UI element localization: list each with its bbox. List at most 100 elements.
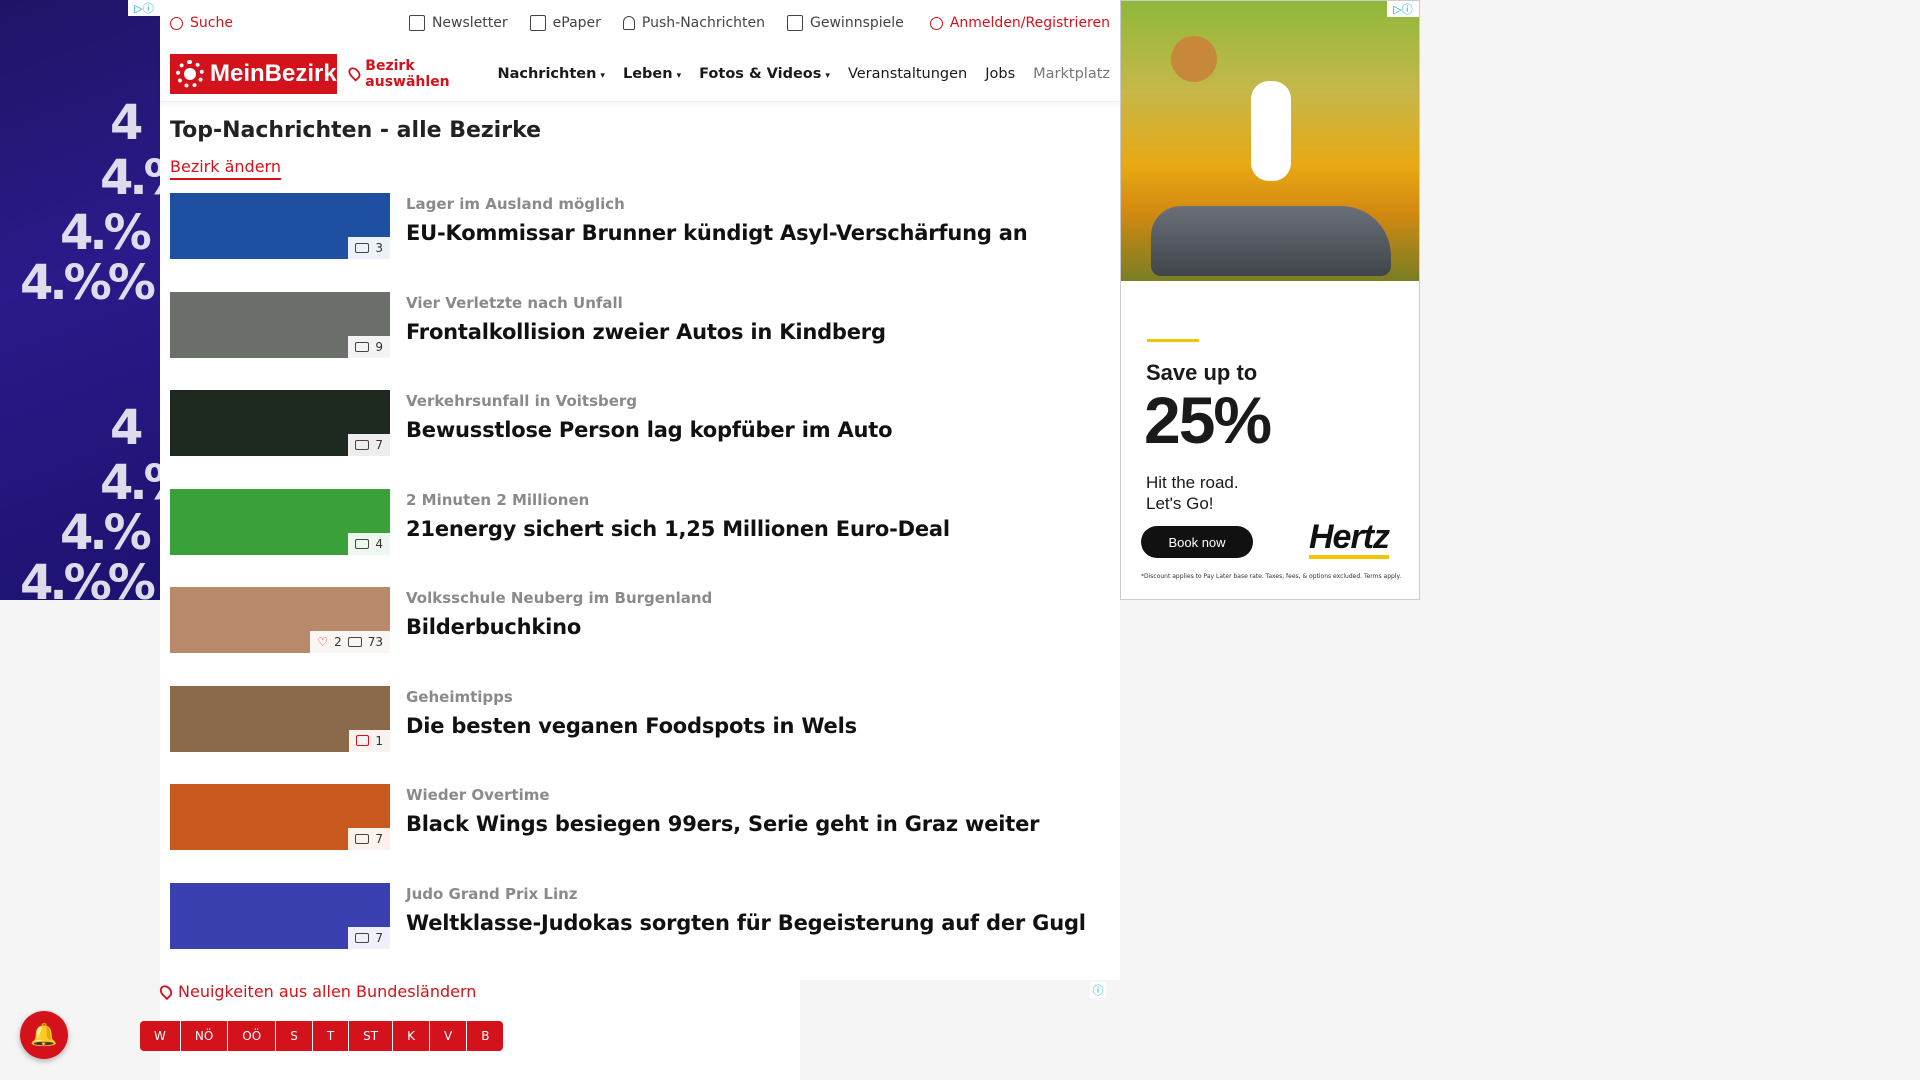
car-image — [1151, 206, 1391, 276]
state-button[interactable]: ST — [349, 1021, 394, 1051]
article-thumbnail[interactable]: 4 — [170, 488, 390, 555]
left-skin-ad[interactable]: 4 4.% 4.% 4.%% 4 4.% 4.% 4.%% — [0, 0, 160, 600]
main-column: Suche Newsletter ePaper Push-Nachrichten… — [160, 0, 1120, 1080]
article-item[interactable]: ♡ 2 73 Volksschule Neuberg im Burgenland B… — [170, 587, 1100, 686]
change-bezirk-link[interactable]: Bezirk ändern — [170, 157, 281, 180]
section-title: Top-Nachrichten - alle Bezirke — [170, 118, 542, 143]
mail-icon — [408, 15, 425, 31]
article-kicker: Vier Verletzte nach Unfall — [406, 293, 623, 312]
ad-decoration: 4 — [110, 400, 143, 456]
search-link[interactable]: Suche — [170, 15, 233, 31]
image-count: 7 — [375, 438, 383, 452]
state-button[interactable]: S — [276, 1021, 313, 1051]
article-thumbnail[interactable]: 1 — [170, 685, 390, 752]
ad-decoration: 4.% — [100, 150, 160, 206]
state-button[interactable]: T — [312, 1021, 350, 1051]
nav-item-veranstaltungen[interactable]: Veranstaltungen — [848, 66, 967, 82]
nav-item-jobs[interactable]: Jobs — [985, 66, 1015, 82]
search-icon — [170, 16, 183, 30]
login-link[interactable]: Anmelden/Registrieren — [929, 15, 1110, 31]
nav-item-leben[interactable]: Leben ▾ — [623, 66, 681, 82]
top-bar: Suche Newsletter ePaper Push-Nachrichten… — [160, 0, 1120, 46]
image-count: 4 — [375, 536, 383, 551]
comment-count: 1 — [375, 733, 383, 748]
article-thumbnail[interactable]: 7 — [170, 882, 390, 949]
ad-subtext-line2: Let's Go! — [1146, 494, 1214, 513]
article-item[interactable]: 3 Lager im Ausland möglich EU-Kommissar … — [170, 193, 1100, 292]
article-item[interactable]: 1 Geheimtipps Die besten veganen Foodspo… — [170, 685, 1100, 785]
ad-decoration: 4.%% — [20, 255, 156, 311]
image-count: 7 — [375, 832, 383, 846]
image-gallery-icon — [347, 637, 362, 647]
article-item[interactable]: 7 Verkehrsunfall in Voitsberg Bewusstlos… — [170, 390, 1100, 489]
ad-subtext: Hit the road. Let's Go! — [1146, 472, 1419, 514]
state-button[interactable]: W — [140, 1021, 181, 1051]
article-item[interactable]: 9 Vier Verletzte nach Unfall Frontalkoll… — [170, 291, 1100, 391]
article-thumbnail[interactable]: ♡ 2 73 — [170, 587, 390, 653]
hat-image — [1171, 36, 1217, 82]
push-link[interactable]: Push-Nachrichten — [622, 15, 765, 31]
bottom-ad-slot[interactable]: ⓘ — [800, 980, 1120, 1080]
chevron-down-icon: ▾ — [676, 70, 682, 81]
adchoices-icon[interactable]: ▷ⓘ — [1387, 1, 1419, 17]
state-button[interactable]: NÖ — [180, 1021, 229, 1051]
newsletter-link[interactable]: Newsletter — [408, 15, 508, 31]
article-kicker: 2 Minuten 2 Millionen — [406, 490, 590, 509]
nav-item-nachrichten[interactable]: Nachrichten ▾ — [497, 66, 605, 82]
article-item[interactable]: 4 2 Minuten 2 Millionen 21energy sichert… — [170, 488, 1100, 588]
media-badge: 7 — [348, 926, 390, 949]
ad-decoration: 4.%% — [20, 555, 156, 600]
article-headline[interactable]: EU-Kommissar Brunner kündigt Asyl-Versch… — [406, 221, 1028, 245]
location-pin-icon — [157, 982, 175, 1001]
article-thumbnail[interactable]: 3 — [170, 193, 390, 259]
state-button[interactable]: OÖ — [228, 1021, 277, 1051]
location-pin-icon — [345, 65, 363, 82]
image-gallery-icon — [355, 834, 370, 844]
ad-accent-line — [1147, 339, 1199, 342]
image-count: 7 — [375, 930, 383, 945]
site-logo[interactable]: MeinBezirk — [170, 53, 337, 94]
article-item[interactable]: 7 Judo Grand Prix Linz Weltklasse-Judoka… — [170, 882, 1100, 982]
main-nav: MeinBezirk Bezirk auswählen Nachrichten ▾… — [160, 46, 1120, 102]
notification-bell-button[interactable]: 🔔 — [20, 1011, 68, 1059]
article-kicker: Volksschule Neuberg im Burgenland — [406, 589, 713, 607]
media-badge: 4 — [348, 532, 390, 555]
article-headline[interactable]: Black Wings besiegen 99ers, Serie geht i… — [406, 812, 1040, 836]
ad-subtext-line1: Hit the road. — [1146, 473, 1239, 492]
ad-decoration: 4 — [110, 95, 143, 151]
epaper-link[interactable]: ePaper — [529, 15, 601, 31]
media-badge: ♡ 2 73 — [310, 631, 390, 653]
image-gallery-icon — [355, 341, 370, 352]
bezirk-select[interactable]: Bezirk auswählen — [345, 58, 480, 90]
article-headline[interactable]: Frontalkollision zweier Autos in Kindber… — [406, 320, 886, 344]
book-now-button[interactable]: Book now — [1141, 526, 1253, 558]
image-count: 9 — [375, 339, 383, 354]
article-headline[interactable]: Bilderbuchkino — [406, 615, 712, 639]
article-headline[interactable]: Die besten veganen Foodspots in Wels — [406, 714, 857, 738]
image-gallery-icon — [355, 932, 370, 943]
heart-icon: ♡ — [317, 635, 329, 649]
article-headline[interactable]: 21energy sichert sich 1,25 Millionen Eur… — [406, 517, 950, 541]
article-thumbnail[interactable]: 9 — [170, 291, 390, 358]
gift-icon — [787, 15, 804, 31]
state-button[interactable]: V — [429, 1021, 468, 1051]
adchoices-icon[interactable]: ⓘ — [1090, 982, 1106, 998]
nav-item-marktplatz[interactable]: Marktplatz — [1033, 66, 1110, 82]
hertz-ad[interactable]: Save up to 25% Hit the road. Let's Go! B… — [1120, 0, 1420, 600]
media-badge: 9 — [348, 335, 390, 358]
article-thumbnail[interactable]: 7 — [170, 784, 390, 850]
all-states-news-link[interactable]: Neuigkeiten aus allen Bundesländern — [157, 982, 476, 1001]
state-button[interactable]: K — [393, 1021, 430, 1051]
chevron-down-icon: ▾ — [825, 70, 830, 81]
ad-decoration: 4.% — [60, 505, 152, 561]
state-button[interactable]: B — [467, 1021, 504, 1051]
media-badge: 7 — [348, 434, 390, 456]
article-thumbnail[interactable]: 7 — [170, 390, 390, 456]
media-badge: 7 — [348, 828, 390, 850]
gewinnspiele-link[interactable]: Gewinnspiele — [787, 15, 904, 31]
nav-item-fotos-videos[interactable]: Fotos & Videos ▾ — [699, 66, 830, 82]
article-headline[interactable]: Weltklasse-Judokas sorgten für Begeister… — [406, 911, 1086, 935]
article-headline[interactable]: Bewusstlose Person lag kopfüber im Auto — [406, 418, 893, 442]
adchoices-icon[interactable]: ▷ⓘ — [128, 0, 160, 16]
article-item[interactable]: 7 Wieder Overtime Black Wings besiegen 9… — [170, 784, 1100, 883]
